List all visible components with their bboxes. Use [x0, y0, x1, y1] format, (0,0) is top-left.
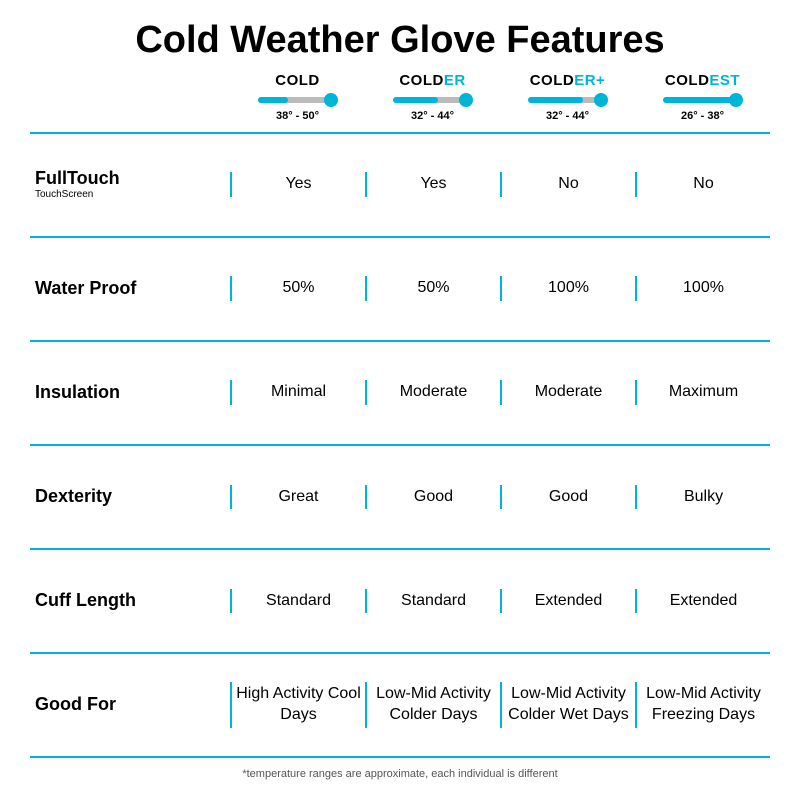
row-value-cufflength-3: Extended: [635, 589, 770, 614]
row-value-fulltouch-1: Yes: [365, 172, 500, 197]
row-value-goodfor-0: High Activity Cool Days: [230, 682, 365, 728]
row-label-waterproof: Water Proof: [30, 279, 230, 299]
page-title: Cold Weather Glove Features: [30, 20, 770, 62]
row-value-waterproof-0: 50%: [230, 276, 365, 301]
col-temp-cold: 38° - 50°: [276, 110, 319, 122]
row-value-cufflength-1: Standard: [365, 589, 500, 614]
row-value-dexterity-0: Great: [230, 485, 365, 510]
therm-fill: [663, 97, 733, 103]
row-value-dexterity-3: Bulky: [635, 485, 770, 510]
row-value-waterproof-1: 50%: [365, 276, 500, 301]
row-value-insulation-3: Maximum: [635, 380, 770, 405]
row-value-fulltouch-2: No: [500, 172, 635, 197]
header-col-colder: COLDER 32° - 44°: [365, 72, 500, 126]
row-label-insulation: Insulation: [30, 383, 230, 403]
row-value-fulltouch-0: Yes: [230, 172, 365, 197]
thermometer-colderplus: [528, 93, 608, 107]
row-fulltouch: FullTouchTouchScreenYesYesNoNo: [30, 132, 770, 236]
row-value-insulation-2: Moderate: [500, 380, 635, 405]
row-label-cufflength: Cuff Length: [30, 591, 230, 611]
col-temp-colder: 32° - 44°: [411, 110, 454, 122]
row-value-insulation-1: Moderate: [365, 380, 500, 405]
thermometer-colder: [393, 93, 473, 107]
header-empty: [30, 72, 230, 126]
therm-fill: [393, 97, 438, 103]
col-label-coldest: COLDEST: [665, 72, 740, 89]
row-value-goodfor-2: Low-Mid Activity Colder Wet Days: [500, 682, 635, 728]
row-value-dexterity-1: Good: [365, 485, 500, 510]
row-value-dexterity-2: Good: [500, 485, 635, 510]
row-value-waterproof-2: 100%: [500, 276, 635, 301]
therm-dot: [459, 93, 473, 107]
row-dexterity: DexterityGreatGoodGoodBulky: [30, 444, 770, 548]
row-value-waterproof-3: 100%: [635, 276, 770, 301]
header-col-cold: COLD 38° - 50°: [230, 72, 365, 126]
row-label-fulltouch: FullTouchTouchScreen: [30, 169, 230, 200]
row-value-fulltouch-3: No: [635, 172, 770, 197]
footer-note: *temperature ranges are approximate, eac…: [30, 768, 770, 780]
row-label-goodfor: Good For: [30, 695, 230, 715]
header-col-colderplus: COLDER+ 32° - 44°: [500, 72, 635, 126]
header-row: COLD 38° - 50°COLDER 32° - 44°COLDER+ 32…: [30, 72, 770, 126]
row-label-dexterity: Dexterity: [30, 487, 230, 507]
therm-dot: [324, 93, 338, 107]
therm-dot: [594, 93, 608, 107]
col-label-cold: COLD: [275, 72, 320, 89]
col-label-colder: COLDER: [399, 72, 465, 89]
row-goodfor: Good ForHigh Activity Cool DaysLow-Mid A…: [30, 652, 770, 758]
row-insulation: InsulationMinimalModerateModerateMaximum: [30, 340, 770, 444]
thermometer-coldest: [663, 93, 743, 107]
row-cufflength: Cuff LengthStandardStandardExtendedExten…: [30, 548, 770, 652]
row-value-insulation-0: Minimal: [230, 380, 365, 405]
header-col-coldest: COLDEST 26° - 38°: [635, 72, 770, 126]
row-sublabel-fulltouch: TouchScreen: [35, 189, 230, 200]
row-value-goodfor-1: Low-Mid Activity Colder Days: [365, 682, 500, 728]
therm-fill: [528, 97, 583, 103]
row-waterproof: Water Proof50%50%100%100%: [30, 236, 770, 340]
feature-table: COLD 38° - 50°COLDER 32° - 44°COLDER+ 32…: [30, 72, 770, 758]
row-value-cufflength-2: Extended: [500, 589, 635, 614]
page: Cold Weather Glove Features COLD 38° - 5…: [0, 0, 800, 800]
col-label-colderplus: COLDER+: [530, 72, 606, 89]
row-value-cufflength-0: Standard: [230, 589, 365, 614]
col-temp-colderplus: 32° - 44°: [546, 110, 589, 122]
therm-dot: [729, 93, 743, 107]
thermometer-cold: [258, 93, 338, 107]
therm-fill: [258, 97, 288, 103]
col-temp-coldest: 26° - 38°: [681, 110, 724, 122]
row-value-goodfor-3: Low-Mid Activity Freezing Days: [635, 682, 770, 728]
